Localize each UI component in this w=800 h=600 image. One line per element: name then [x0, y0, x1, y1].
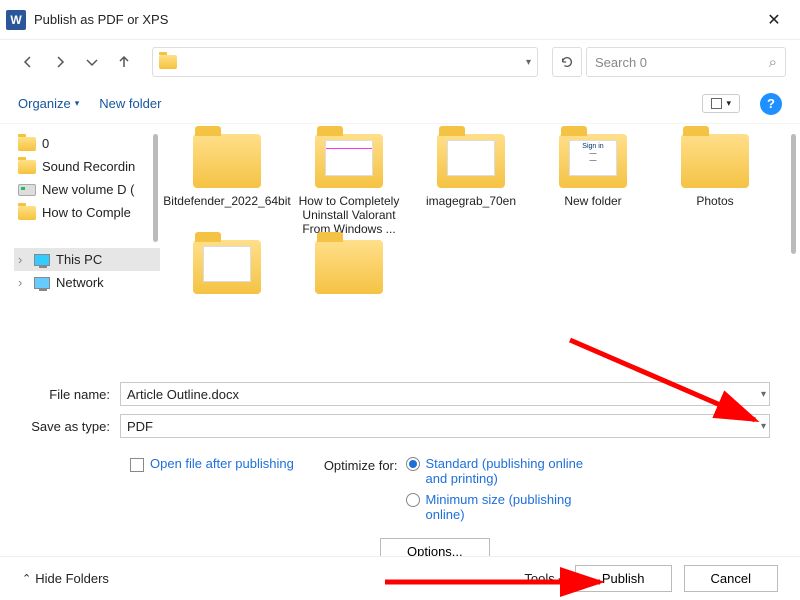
scrollbar-thumb[interactable]	[153, 134, 158, 242]
publish-button[interactable]: Publish	[575, 565, 672, 592]
address-bar[interactable]: ▾	[152, 47, 538, 77]
search-placeholder: Search 0	[595, 55, 769, 70]
cancel-button[interactable]: Cancel	[684, 565, 778, 592]
folder-icon	[315, 134, 383, 188]
back-button[interactable]	[14, 48, 42, 76]
saveas-type-dropdown[interactable]: PDF▾	[120, 414, 770, 438]
chevron-right-icon: ›	[18, 275, 28, 290]
network-icon	[34, 277, 50, 289]
title-bar: W Publish as PDF or XPS ✕	[0, 0, 800, 40]
options-area: Open file after publishing Optimize for:…	[0, 450, 800, 534]
organize-menu[interactable]: Organize▾	[18, 96, 79, 111]
radio-icon	[406, 493, 420, 507]
tree-item[interactable]: New volume D (	[14, 178, 160, 201]
chevron-down-icon: ▾	[726, 98, 731, 109]
hide-folders-toggle[interactable]: ⌃Hide Folders	[22, 571, 109, 586]
folder-icon	[437, 134, 505, 188]
folder-icon	[681, 134, 749, 188]
chevron-down-icon: ▾	[75, 98, 80, 109]
window-title: Publish as PDF or XPS	[34, 12, 754, 27]
chevron-down-icon[interactable]: ▾	[526, 57, 531, 68]
nav-row: ▾ Search 0 ⌕	[0, 40, 800, 84]
folder-preview	[325, 140, 373, 176]
folder-icon	[159, 55, 177, 69]
tree-item-this-pc[interactable]: ›This PC	[14, 248, 160, 271]
checkbox-icon	[130, 458, 144, 472]
scrollbar-thumb[interactable]	[791, 134, 796, 254]
folder-icon	[315, 240, 383, 294]
main-area: 0 Sound Recordin New volume D ( How to C…	[0, 124, 800, 374]
grid-folder[interactable]: Sign in——New folder	[534, 134, 652, 236]
tree-item[interactable]: Sound Recordin	[14, 155, 160, 178]
recent-dropdown[interactable]	[78, 48, 106, 76]
radio-icon	[406, 457, 420, 471]
tree-item[interactable]: How to Comple	[14, 201, 160, 224]
tree-item-network[interactable]: ›Network	[14, 271, 160, 294]
new-folder-button[interactable]: New folder	[99, 96, 161, 111]
up-button[interactable]	[110, 48, 138, 76]
view-button[interactable]: ▾	[702, 94, 740, 113]
chevron-down-icon: ▾	[558, 575, 563, 585]
tree-item[interactable]: 0	[14, 132, 160, 155]
drive-icon	[18, 184, 36, 196]
filename-input[interactable]: Article Outline.docx▾	[120, 382, 770, 406]
help-button[interactable]: ?	[760, 93, 782, 115]
forward-button[interactable]	[46, 48, 74, 76]
radio-minimum[interactable]: Minimum size (publishing online)	[406, 492, 586, 522]
chevron-down-icon[interactable]: ▾	[761, 389, 766, 400]
search-icon: ⌕	[769, 54, 777, 71]
folder-preview: Sign in——	[569, 140, 617, 176]
save-form: File name: Article Outline.docx▾ Save as…	[0, 374, 800, 450]
chevron-right-icon: ›	[18, 252, 28, 267]
refresh-button[interactable]	[552, 47, 582, 77]
word-app-icon: W	[6, 10, 26, 30]
chevron-down-icon[interactable]: ▾	[761, 421, 766, 432]
optimize-label: Optimize for:	[324, 456, 398, 528]
folder-icon	[18, 206, 36, 220]
toolbar: Organize▾ New folder ▾ ?	[0, 84, 800, 124]
tools-menu[interactable]: Tools ▾	[524, 571, 563, 586]
filename-label: File name:	[30, 387, 120, 402]
radio-standard[interactable]: Standard (publishing online and printing…	[406, 456, 586, 486]
saveas-label: Save as type:	[30, 419, 120, 434]
folder-preview	[447, 140, 495, 176]
folder-icon	[18, 160, 36, 174]
folder-preview	[203, 246, 251, 282]
folder-icon: Sign in——	[559, 134, 627, 188]
grid-folder[interactable]: Photos	[656, 134, 774, 236]
grid-folder[interactable]	[290, 240, 408, 300]
folder-icon	[193, 240, 261, 294]
folder-icon	[18, 137, 36, 151]
folder-icon	[193, 134, 261, 188]
grid-folder[interactable]: Bitdefender_2022_64bit	[168, 134, 286, 236]
search-box[interactable]: Search 0 ⌕	[586, 47, 786, 77]
footer: ⌃Hide Folders Tools ▾ Publish Cancel	[0, 556, 800, 600]
chevron-up-icon: ⌃	[22, 572, 31, 585]
grid-folder[interactable]: imagegrab_70en	[412, 134, 530, 236]
grid-folder[interactable]: How to Completely Uninstall Valorant Fro…	[290, 134, 408, 236]
close-button[interactable]: ✕	[754, 10, 794, 30]
pc-icon	[34, 254, 50, 266]
open-after-checkbox[interactable]: Open file after publishing	[130, 456, 294, 528]
nav-tree: 0 Sound Recordin New volume D ( How to C…	[0, 124, 160, 374]
grid-folder[interactable]	[168, 240, 286, 300]
file-grid: Bitdefender_2022_64bit How to Completely…	[160, 124, 800, 374]
